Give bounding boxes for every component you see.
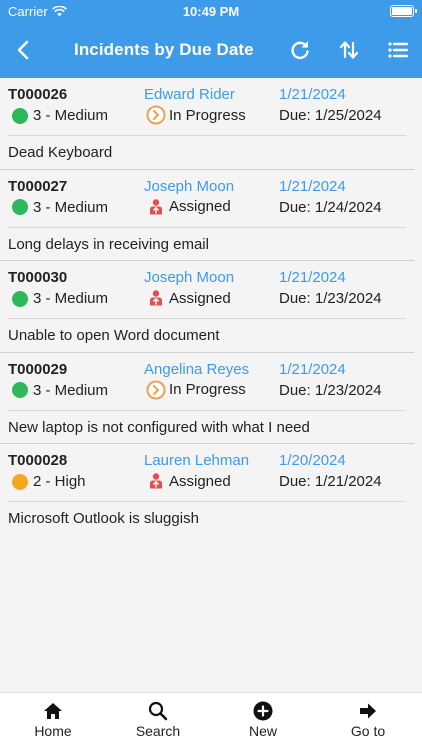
- tab-bar: Home Search New Go to: [0, 692, 422, 750]
- opened-date: 1/21/2024: [279, 177, 346, 195]
- progress-icon: [146, 380, 166, 400]
- arrow-right-icon: [360, 703, 376, 719]
- tab-new-label: New: [248, 723, 277, 739]
- assigned-person: Lauren Lehman: [144, 452, 250, 470]
- header: Carrier 10:49 PM Incidents by Due Date: [0, 0, 422, 78]
- clock: 10:49 PM: [182, 4, 240, 19]
- incident-number: T000029: [8, 360, 68, 378]
- tab-search[interactable]: Search: [118, 701, 198, 739]
- state-label: Assigned: [169, 289, 231, 307]
- divider: [8, 501, 406, 503]
- list-item[interactable]: T000026 Edward Rider 1/21/2024 3 - Mediu…: [0, 78, 422, 170]
- priority-dot-icon: [12, 199, 28, 216]
- priority-dot-icon: [12, 382, 28, 399]
- divider: [8, 226, 406, 228]
- divider: [8, 135, 406, 136]
- opened-date: 1/21/2024: [279, 269, 346, 287]
- state-label: Assigned: [169, 198, 231, 216]
- due-date: Due: 1/24/2024: [279, 198, 382, 216]
- state: Assigned: [146, 471, 231, 491]
- due-date: Due: 1/25/2024: [279, 107, 382, 124]
- priority-dot-icon: [12, 107, 28, 124]
- priority: 3 - Medium: [12, 290, 108, 307]
- list-item[interactable]: T000027 Joseph Moon 1/21/2024 3 - Medium…: [0, 170, 422, 262]
- list-icon[interactable]: [384, 36, 412, 64]
- opened-date: 1/21/2024: [279, 86, 346, 103]
- priority: 3 - Medium: [12, 107, 108, 124]
- priority: 3 - Medium: [12, 382, 108, 399]
- assigned-person: Angelina Reyes: [144, 360, 250, 378]
- back-button[interactable]: [10, 36, 38, 64]
- priority-label: 2 - High: [33, 473, 86, 491]
- assigned-person: Joseph Moon: [144, 269, 235, 287]
- tab-home-label: Home: [34, 723, 72, 739]
- incident-description: Dead Keyboard: [8, 144, 113, 161]
- app-bar: Incidents by Due Date: [0, 30, 422, 70]
- add-circle-icon: [253, 701, 273, 721]
- incident-description: Unable to open Word document: [8, 327, 220, 345]
- incident-description: Long delays in receiving email: [8, 235, 209, 253]
- opened-date: 1/20/2024: [279, 452, 346, 470]
- tab-goto[interactable]: Go to: [328, 701, 408, 739]
- list-item[interactable]: T000030 Joseph Moon 1/21/2024 3 - Medium…: [0, 261, 422, 353]
- incident-description: Microsoft Outlook is sluggish: [8, 510, 199, 528]
- battery-icon: [390, 5, 417, 17]
- page-title: Incidents by Due Date: [74, 40, 254, 59]
- search-icon: [148, 701, 168, 721]
- state: Assigned: [146, 288, 231, 308]
- state-label: In Progress: [169, 106, 246, 124]
- progress-icon: [146, 105, 166, 125]
- incident-list: T000026 Edward Rider 1/21/2024 3 - Mediu…: [0, 78, 422, 536]
- list-item[interactable]: T000029 Angelina Reyes 1/21/2024 3 - Med…: [0, 353, 422, 445]
- tab-search-label: Search: [135, 723, 181, 739]
- due-date: Due: 1/23/2024: [279, 381, 382, 399]
- status-bar: Carrier 10:49 PM: [0, 0, 422, 22]
- priority-label: 3 - Medium: [33, 290, 109, 308]
- state-label: In Progress: [169, 381, 246, 399]
- assigned-icon: [150, 290, 162, 306]
- incident-number: T000026: [8, 86, 68, 103]
- divider: [8, 409, 406, 411]
- priority-label: 3 - Medium: [33, 381, 109, 399]
- priority-dot-icon: [12, 290, 28, 307]
- incident-number: T000028: [8, 452, 68, 470]
- priority: 2 - High: [12, 473, 86, 490]
- due-date: Due: 1/23/2024: [279, 290, 382, 308]
- priority-label: 3 - Medium: [33, 107, 109, 124]
- assigned-person: Joseph Moon: [144, 177, 235, 195]
- assigned-icon: [150, 198, 162, 215]
- incident-description: New laptop is not configured with what I…: [8, 418, 310, 436]
- tab-home[interactable]: Home: [13, 701, 93, 739]
- state: Assigned: [146, 197, 231, 217]
- state: In Progress: [146, 380, 246, 400]
- priority: 3 - Medium: [12, 199, 108, 216]
- incident-number: T000027: [8, 177, 68, 195]
- assigned-person: Edward Rider: [144, 86, 235, 103]
- incident-number: T000030: [8, 269, 68, 287]
- assigned-icon: [150, 473, 162, 489]
- priority-label: 3 - Medium: [33, 198, 109, 216]
- state: In Progress: [146, 105, 246, 125]
- sort-icon[interactable]: [335, 36, 363, 64]
- tab-new[interactable]: New: [223, 701, 303, 739]
- priority-dot-icon: [12, 473, 28, 490]
- due-date: Due: 1/21/2024: [279, 473, 382, 491]
- refresh-icon[interactable]: [286, 36, 314, 64]
- opened-date: 1/21/2024: [279, 360, 346, 378]
- home-icon: [44, 703, 62, 719]
- state-label: Assigned: [169, 472, 231, 490]
- tab-goto-label: Go to: [350, 723, 386, 739]
- divider: [8, 318, 406, 320]
- list-item[interactable]: T000028 Lauren Lehman 1/20/2024 2 - High…: [0, 444, 422, 536]
